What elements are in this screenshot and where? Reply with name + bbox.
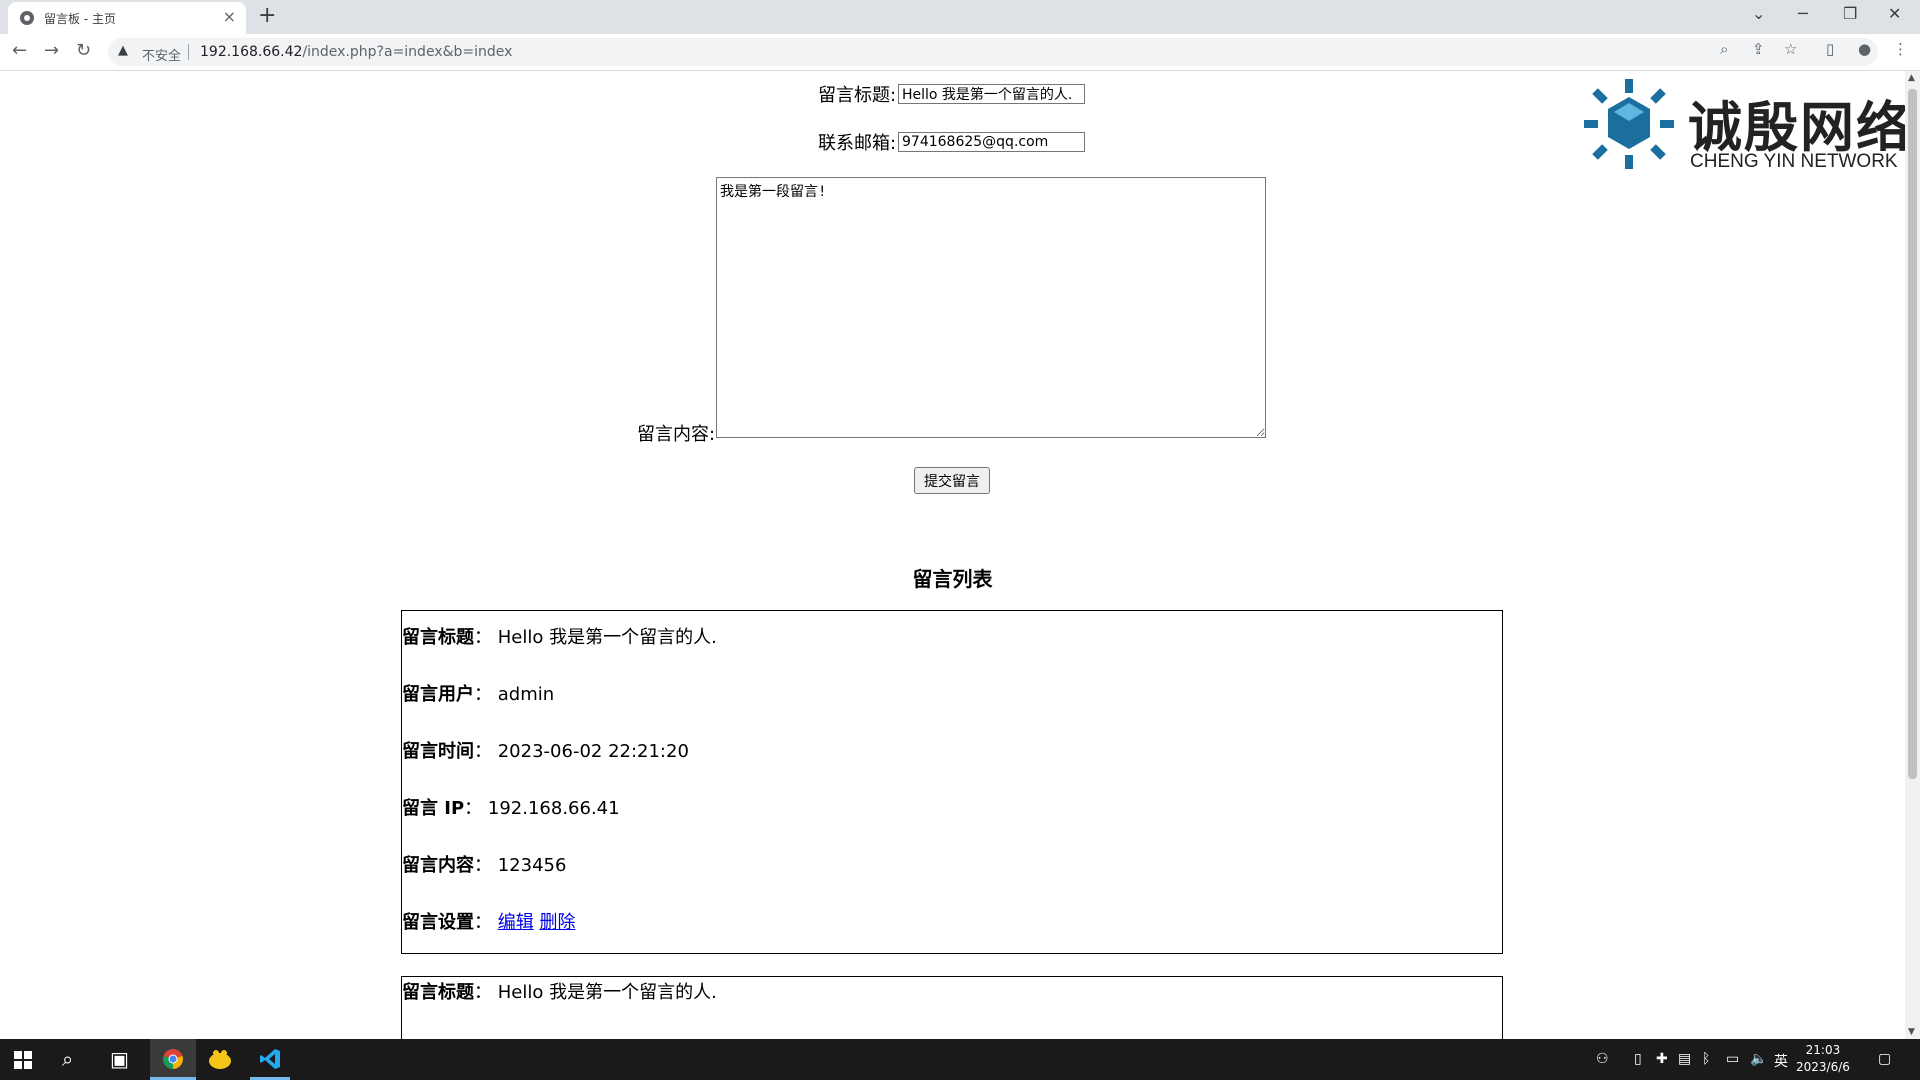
reload-icon[interactable]: ↻ (76, 40, 91, 61)
page-scrollbar[interactable]: ▲ ▼ (1905, 71, 1920, 1039)
vscode-icon (260, 1049, 280, 1069)
ime-indicator[interactable]: 英 (1774, 1051, 1788, 1071)
profile-icon[interactable]: ● (1858, 40, 1871, 58)
clock[interactable]: 21:03 2023/6/6 (1796, 1042, 1850, 1076)
field-label: 留言用户 (402, 684, 474, 705)
bookmark-star-icon[interactable]: ☆ (1784, 40, 1797, 58)
tab-search-icon[interactable]: ⌄ (1752, 4, 1765, 23)
globe-icon (20, 11, 34, 25)
clock-time: 21:03 (1805, 1043, 1841, 1057)
url-text[interactable]: 192.168.66.42/index.php?a=index&b=index (200, 44, 512, 60)
tab-bar: 留言板 - 主页 × + ⌄ ─ ❐ ✕ (0, 0, 1920, 34)
url-host: 192.168.66.42 (200, 44, 303, 60)
message-time-row: 留言时间： 2023-06-02 22:21:20 (402, 741, 689, 762)
close-tab-icon[interactable]: × (223, 7, 236, 26)
tab-title: 留言板 - 主页 (44, 12, 116, 26)
warning-icon[interactable]: ▲ (118, 43, 128, 58)
app-icon[interactable] (208, 1048, 232, 1070)
message-title-row: 留言标题： Hello 我是第一个留言的人. (402, 982, 717, 1003)
message-content-row: 留言内容： 123456 (402, 855, 567, 876)
message-settings-row: 留言设置： 编辑 删除 (402, 912, 576, 933)
search-icon[interactable]: ⌕ (62, 1047, 73, 1071)
chrome-icon (163, 1049, 183, 1069)
back-icon[interactable]: ← (12, 40, 27, 61)
menu-icon[interactable]: ⋮ (1893, 40, 1908, 58)
taskbar: ⌕ ▣ ⚇ ▯ ✚ ▤ ᛒ ▭ 🔈 英 21:03 2023/6/6 ▢ (0, 1039, 1920, 1080)
zoom-icon[interactable]: ⌕ (1720, 40, 1728, 58)
volume-icon[interactable]: 🔈 (1750, 1051, 1767, 1067)
bluetooth-icon[interactable]: ᛒ (1702, 1051, 1710, 1067)
submit-button[interactable]: 提交留言 (914, 467, 990, 494)
security-icon[interactable]: ✚ (1656, 1051, 1668, 1067)
content-textarea[interactable]: 我是第一段留言! (716, 177, 1266, 438)
message-card: 留言标题： Hello 我是第一个留言的人. 留言用户： admin 留言时间：… (401, 610, 1503, 954)
message-ip-row: 留言 IP： 192.168.66.41 (402, 798, 620, 819)
field-label: 留言标题 (402, 627, 474, 648)
chrome-taskbar-button[interactable] (150, 1039, 196, 1080)
logo-gear-icon (1584, 79, 1674, 169)
network-icon[interactable]: ▭ (1726, 1051, 1739, 1067)
message-ip: 192.168.66.41 (487, 798, 620, 819)
email-input[interactable] (898, 132, 1085, 152)
field-label: 留言时间 (402, 741, 474, 762)
clock-date: 2023/6/6 (1796, 1060, 1850, 1074)
message-user-row: 留言用户： admin (402, 684, 555, 705)
vscode-taskbar-button[interactable] (250, 1039, 290, 1080)
share-icon[interactable]: ⇪ (1752, 40, 1765, 58)
delete-link[interactable]: 删除 (539, 912, 575, 933)
message-content: 123456 (497, 855, 567, 876)
message-title: Hello 我是第一个留言的人. (497, 982, 717, 1003)
page-content: 留言标题: 联系邮箱: 留言内容: 我是第一段留言! 提交留言 诚殷网络 CHE… (0, 71, 1905, 1039)
message-time: 2023-06-02 22:21:20 (497, 741, 689, 762)
field-label: 留言内容 (402, 855, 474, 876)
message-title-row: 留言标题： Hello 我是第一个留言的人. (402, 627, 717, 648)
minimize-icon[interactable]: ─ (1798, 4, 1808, 23)
browser-tab[interactable]: 留言板 - 主页 × (8, 2, 246, 34)
field-label: 留言 IP (402, 798, 465, 819)
forward-icon[interactable]: → (44, 40, 59, 61)
field-label: 留言标题 (402, 982, 474, 1003)
not-secure-label[interactable]: 不安全 (142, 45, 181, 64)
address-bar[interactable]: ▲ 不安全 192.168.66.42/index.php?a=index&b=… (108, 38, 1878, 66)
message-user: admin (497, 684, 555, 705)
url-path: /index.php?a=index&b=index (302, 44, 513, 60)
email-label: 联系邮箱: (818, 133, 897, 154)
title-label: 留言标题: (818, 85, 897, 106)
title-input[interactable] (898, 84, 1085, 104)
content-label: 留言内容: (637, 424, 716, 445)
keyboard-icon[interactable]: ▤ (1678, 1051, 1691, 1067)
logo-en-text: CHENG YIN NETWORK (1690, 151, 1898, 172)
divider (188, 44, 189, 60)
people-icon[interactable]: ⚇ (1596, 1051, 1609, 1067)
new-tab-button[interactable]: + (258, 3, 276, 28)
message-card: 留言标题： Hello 我是第一个留言的人. (401, 976, 1503, 1039)
field-label: 留言设置 (402, 912, 474, 933)
close-window-icon[interactable]: ✕ (1888, 4, 1901, 23)
restore-icon[interactable]: ❐ (1843, 4, 1857, 23)
windows-start-icon[interactable] (14, 1051, 32, 1069)
side-panel-icon[interactable]: ▯ (1826, 40, 1834, 58)
browser-toolbar: ← → ↻ ▲ 不安全 192.168.66.42/index.php?a=in… (0, 34, 1920, 71)
list-title: 留言列表 (912, 567, 993, 591)
scroll-down-icon[interactable]: ▼ (1908, 1027, 1915, 1037)
logo: 诚殷网络 CHENG YIN NETWORK (1584, 79, 1905, 173)
message-title: Hello 我是第一个留言的人. (497, 627, 717, 648)
edit-link[interactable]: 编辑 (498, 912, 534, 933)
usb-icon[interactable]: ▯ (1634, 1051, 1642, 1067)
notification-icon[interactable]: ▢ (1878, 1051, 1891, 1067)
task-view-icon[interactable]: ▣ (110, 1047, 129, 1071)
scrollbar-thumb[interactable] (1908, 89, 1917, 779)
scroll-up-icon[interactable]: ▲ (1908, 73, 1915, 83)
